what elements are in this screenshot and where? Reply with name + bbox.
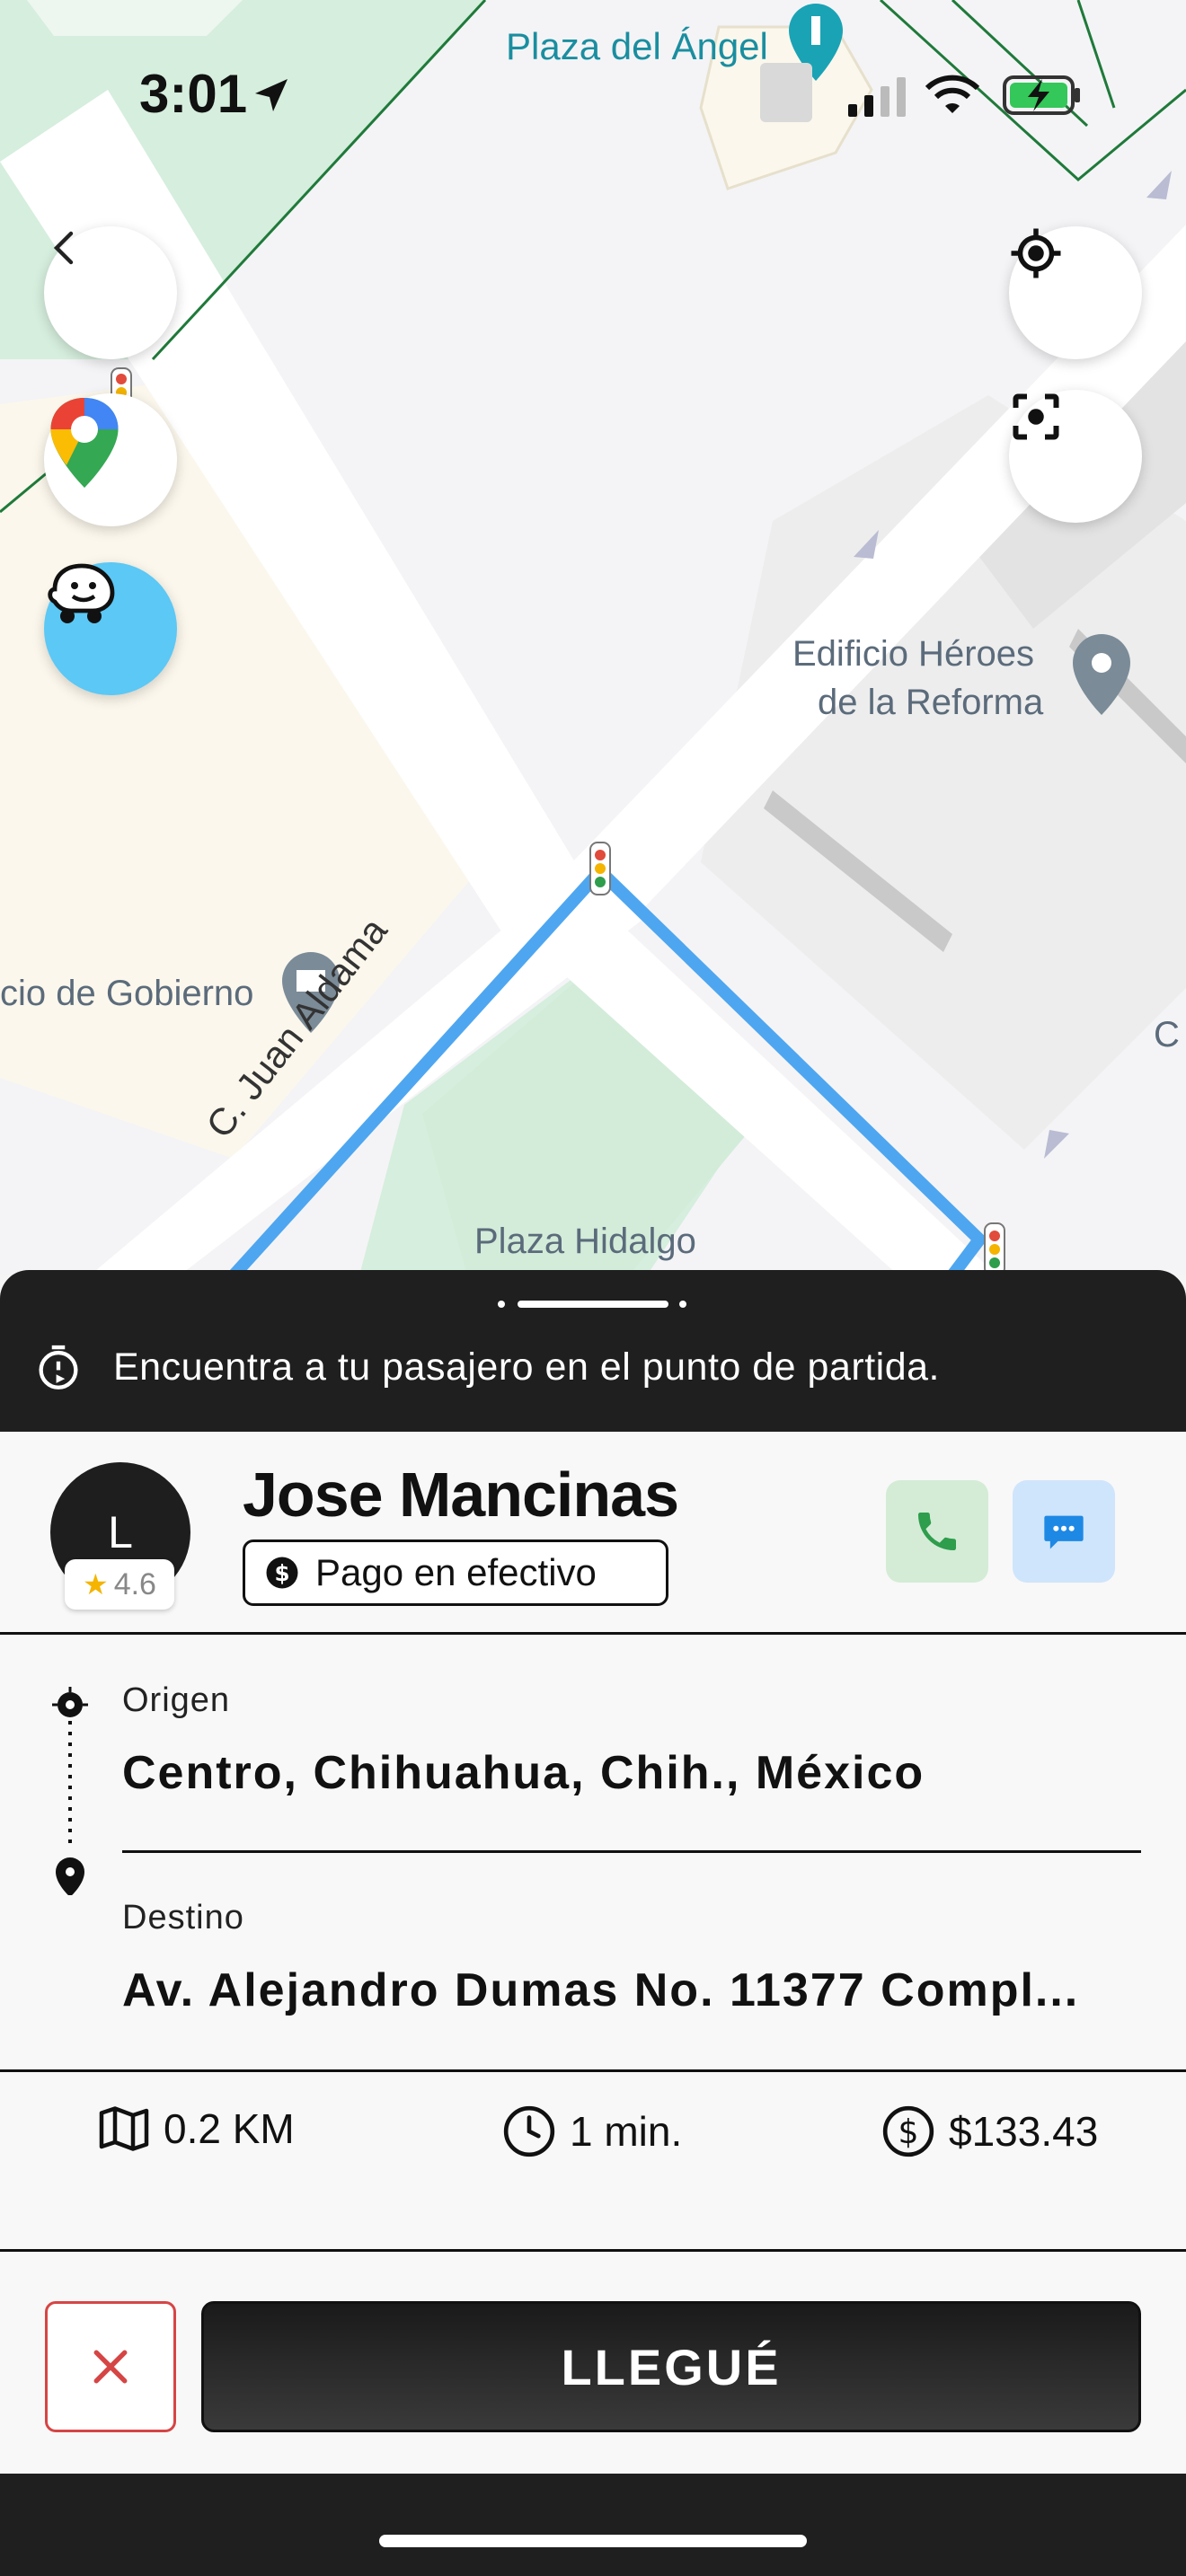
phone-icon [918,1513,956,1550]
payment-label: Pago en efectivo [315,1551,597,1593]
price-value: $133.43 [949,2108,1099,2155]
star-icon: ★ [83,1568,109,1601]
handle-dot-left [498,1301,505,1308]
crosshair-icon [1011,228,1061,278]
destination-address: Av. Alejandro Dumas No. 11377 Compl... [122,1964,1080,2016]
divider-origin [122,1850,1141,1853]
passenger-name: Jose Mancinas [243,1460,679,1530]
close-icon [93,2350,128,2384]
origin-label: Origen [122,1681,231,1719]
handle-dot-right [679,1301,686,1308]
distance-stat: 0.2 KM [97,2104,295,2154]
map-view[interactable]: Plaza del Ángel Edificio Héroes de la Re… [0,0,1186,1275]
status-bar: 3:01 [0,63,1186,135]
google-maps-button[interactable] [44,393,177,526]
my-location-button[interactable] [1009,226,1142,359]
message-button[interactable] [1013,1480,1115,1583]
focus-frame-icon [1013,393,1059,440]
avatar-initial: L [108,1507,133,1557]
map-label-edificio-line1[interactable]: Edificio Héroes [792,634,1034,675]
payment-method-chip: $ Pago en efectivo [243,1539,668,1606]
back-button[interactable] [44,226,177,359]
rating-value: 4.6 [113,1566,156,1601]
waze-icon [48,563,115,623]
wifi-icon [925,75,979,113]
origin-address: Centro, Chihuahua, Chih., México [122,1747,925,1799]
map-label-edificio-line2[interactable]: de la Reforma [818,683,1043,723]
rating-badge: ★ 4.6 [65,1559,174,1610]
location-arrow-icon [255,79,288,111]
svg-text:$: $ [274,1560,289,1586]
banner-message: Encuentra a tu pasajero en el punto de p… [113,1345,940,1389]
map-label-plaza-hidalgo[interactable]: Plaza Hidalgo [474,1222,696,1262]
chat-bubble-icon [1044,1515,1084,1549]
cash-coin-icon: $ [266,1557,298,1589]
map-label-edge: C [1154,1015,1180,1054]
dollar-circle-icon: $ [882,2105,934,2157]
map-label-plaza-angel[interactable]: Plaza del Ángel [506,25,768,68]
call-button[interactable] [886,1480,988,1583]
divider-stats [0,2249,1186,2252]
svg-text:$: $ [898,2113,918,2151]
waze-button[interactable] [44,562,177,695]
trip-sheet: Encuentra a tu pasajero en el punto de p… [0,1270,1186,2576]
sheet-drag-handle[interactable] [518,1301,668,1308]
time-stat: 1 min. [501,2104,682,2159]
status-time: 3:01 [139,64,248,124]
signal-icon [848,77,906,117]
battery-charging-icon [1003,75,1080,115]
instruction-banner: Encuentra a tu pasajero en el punto de p… [0,1270,1186,1432]
destination-label: Destino [122,1899,244,1936]
arrived-button[interactable]: LLEGUÉ [201,2301,1141,2432]
time-value: 1 min. [570,2108,683,2155]
home-indicator-area [0,2474,1186,2576]
map-fold-icon [99,2106,149,2151]
price-stat: $ $133.43 [881,2104,1098,2159]
timer-icon [39,1345,78,1389]
divider-passenger [0,1632,1186,1635]
home-indicator[interactable] [379,2535,807,2547]
google-maps-icon [50,398,119,488]
chevron-left-icon [53,231,74,265]
divider-route [0,2069,1186,2072]
distance-value: 0.2 KM [164,2105,295,2152]
route-timeline [52,1687,88,1895]
clock-icon [503,2105,555,2157]
fit-route-button[interactable] [1009,390,1142,523]
cancel-trip-button[interactable] [45,2301,176,2432]
map-label-gobierno[interactable]: cio de Gobierno [0,974,253,1014]
